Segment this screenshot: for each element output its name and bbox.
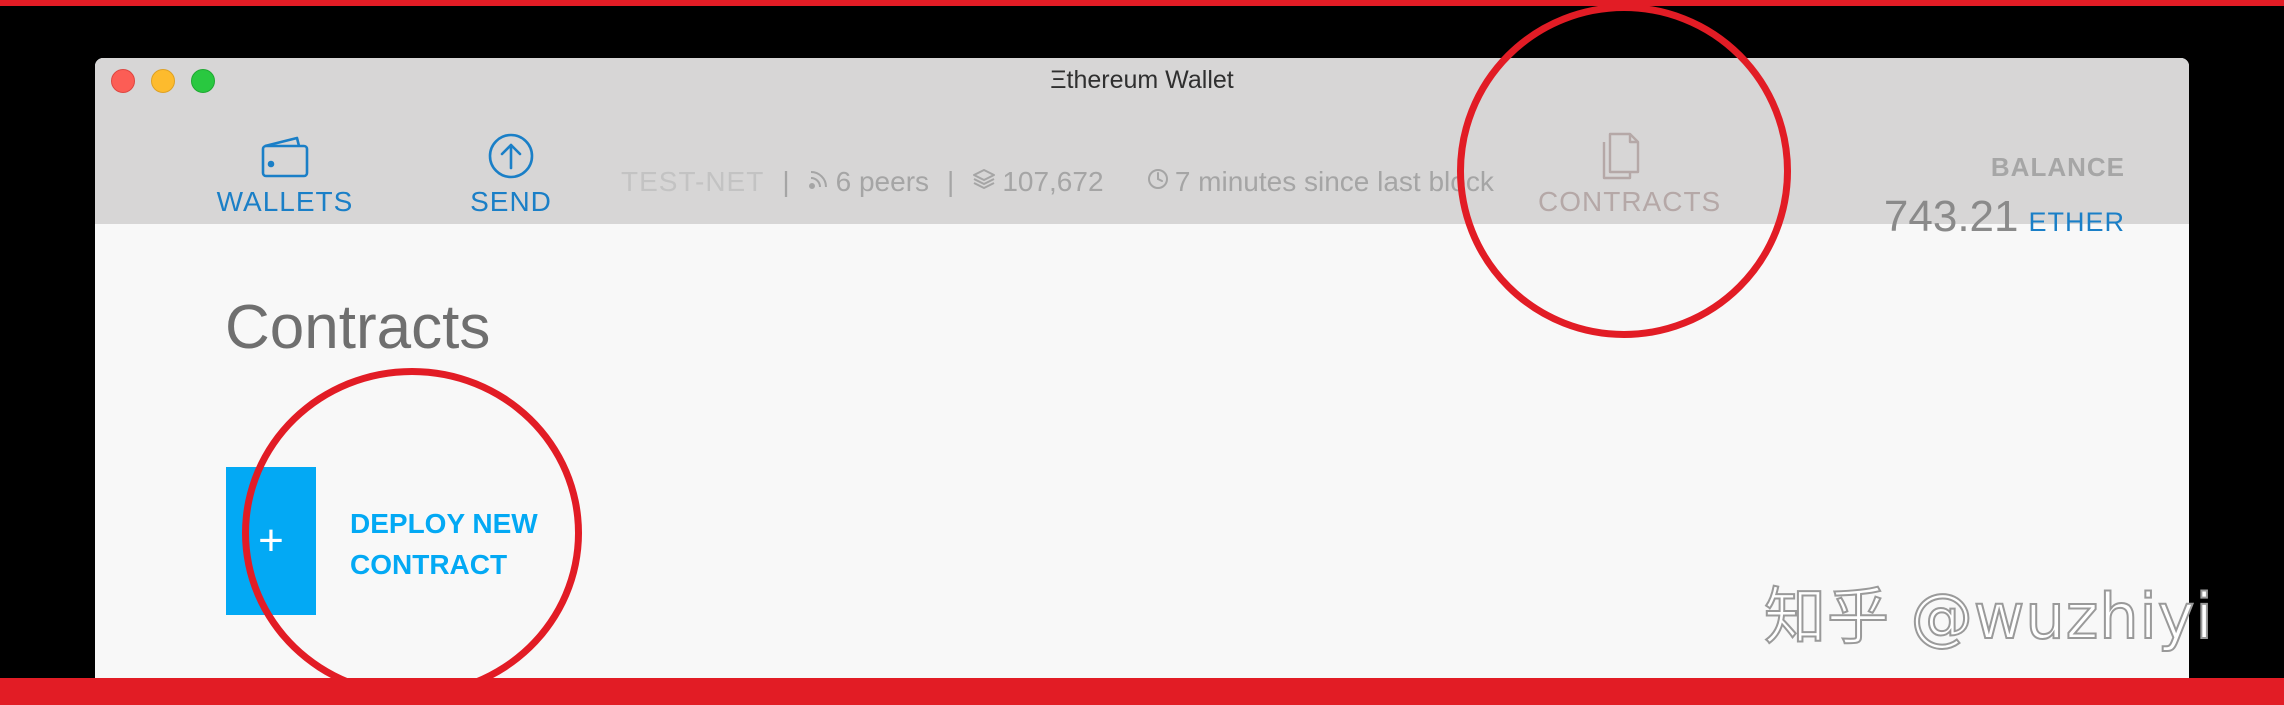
wallet-icon: [261, 136, 309, 178]
screenshot-frame: Ξthereum Wallet WALLETS SEND TEST-NET | …: [0, 0, 2284, 705]
nav-contracts[interactable]: CONTRACTS: [1538, 100, 1722, 218]
plus-icon: +: [226, 467, 316, 615]
top-red-border: [0, 0, 2284, 6]
balance-unit[interactable]: ETHER: [2028, 207, 2125, 237]
app-header: WALLETS SEND TEST-NET | 6 peers | 107,67…: [95, 100, 2189, 241]
watermark: 知乎 @wuzhiyi: [1763, 579, 2214, 654]
block-number: 107,672: [1002, 166, 1104, 197]
balance-display: 743.21 ETHER: [1884, 192, 2125, 242]
status-separator: |: [947, 166, 955, 197]
last-block-time: 7 minutes since last block: [1174, 166, 1494, 197]
nav-send-label: SEND: [470, 186, 552, 217]
network-status: TEST-NET | 6 peers | 107,672 7 minutes s…: [621, 166, 1494, 198]
network-name: TEST-NET: [621, 166, 765, 197]
title-bar: Ξthereum Wallet: [95, 58, 2189, 100]
peers-icon: [808, 168, 830, 197]
nav-send[interactable]: SEND: [431, 100, 591, 218]
clock-icon: [1147, 168, 1169, 197]
nav-wallets-label: WALLETS: [216, 186, 354, 217]
nav-contracts-label: CONTRACTS: [1538, 186, 1722, 217]
balance-label: BALANCE: [1990, 152, 2125, 182]
balance-amount: 743.21: [1883, 192, 2019, 241]
deploy-button-label: DEPLOY NEW CONTRACT: [350, 508, 538, 580]
peers-count: 6 peers: [835, 166, 930, 197]
deploy-new-contract-button[interactable]: + DEPLOY NEW CONTRACT: [226, 467, 546, 615]
page-title: Contracts: [225, 293, 491, 362]
status-separator: |: [782, 166, 790, 197]
window-title: Ξthereum Wallet: [1050, 66, 1234, 94]
arrow-up-circle-icon: [488, 133, 534, 179]
bottom-red-border: [0, 678, 2284, 705]
documents-icon: [1602, 132, 1640, 180]
layers-icon: [972, 168, 996, 197]
nav-wallets[interactable]: WALLETS: [205, 100, 365, 218]
